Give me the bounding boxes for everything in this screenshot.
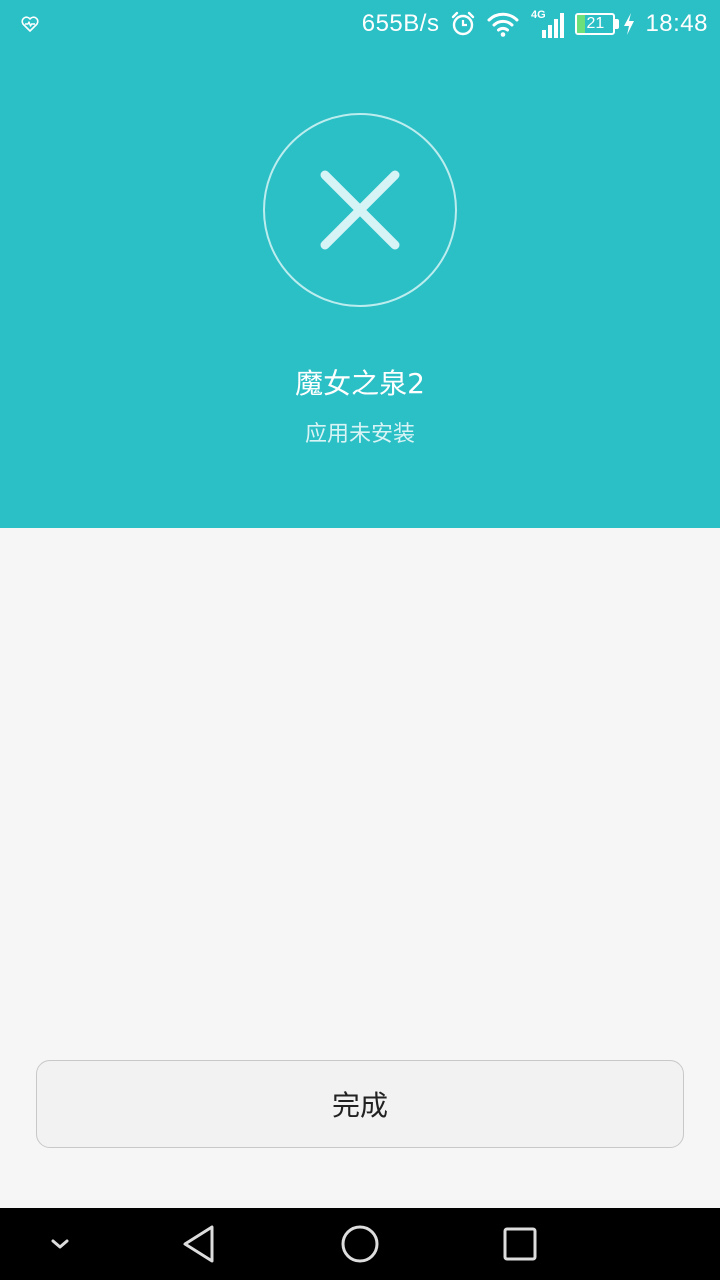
home-icon[interactable] bbox=[338, 1222, 382, 1266]
back-icon[interactable] bbox=[178, 1222, 222, 1266]
wifi-icon bbox=[487, 12, 519, 37]
alarm-icon bbox=[452, 11, 475, 36]
app-name: 魔女之泉2 bbox=[295, 367, 425, 400]
signal-type-label: 4G bbox=[531, 9, 546, 21]
recents-icon[interactable] bbox=[498, 1222, 542, 1266]
battery-icon: 21 bbox=[575, 13, 620, 35]
done-button[interactable]: 完成 bbox=[36, 1060, 684, 1148]
battery-level: 21 bbox=[586, 15, 605, 32]
chevron-down-icon[interactable] bbox=[38, 1222, 82, 1266]
network-speed: 655B/s bbox=[361, 10, 440, 37]
signal-icon: 4G bbox=[531, 9, 565, 38]
clock: 18:48 bbox=[645, 10, 708, 37]
status-bar: 655B/s 4G 21 18:48 bbox=[0, 0, 720, 48]
result-header: 655B/s 4G 21 18:48 魔女之泉2 应用未安装 bbox=[0, 0, 720, 528]
navigation-bar bbox=[0, 1208, 720, 1280]
close-icon bbox=[263, 113, 457, 307]
charging-icon bbox=[624, 13, 635, 35]
health-icon bbox=[21, 16, 39, 32]
install-status: 应用未安装 bbox=[304, 422, 415, 447]
